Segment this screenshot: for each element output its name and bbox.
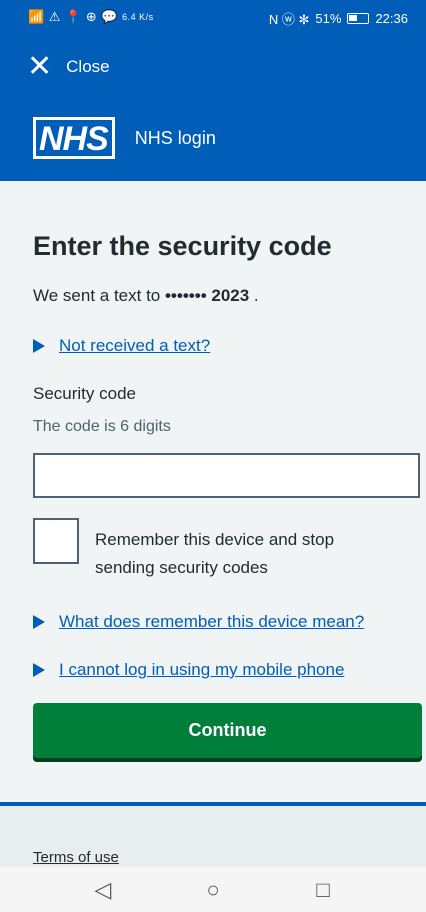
security-code-input[interactable] [33,453,420,498]
sent-suffix: . [249,286,259,305]
cannot-login-link[interactable]: I cannot log in using my mobile phone [59,660,344,680]
nhs-logo: NHS [33,117,115,159]
close-icon[interactable]: ✕ [27,52,52,82]
clock: 22:36 [375,11,408,26]
terms-of-use-link[interactable]: Terms of use [33,849,119,866]
close-button[interactable]: ✕ Close [27,52,110,82]
not-received-link[interactable]: Not received a text? [59,336,210,356]
signal-wifi-icons: 📶 ⚠ 📍 ⊕ 💬 [28,9,119,24]
security-code-label: Security code [33,384,136,403]
back-nav-icon[interactable]: ◁ [88,877,118,903]
remember-device-label[interactable]: Remember this device and stop sending se… [95,526,395,582]
not-received-details[interactable]: Not received a text? [33,336,210,356]
status-bar: 📶 ⚠ 📍 ⊕ 💬 6.4 K/s N ⓦ ✻ 51% 22:36 [0,0,426,36]
expand-triangle-icon[interactable] [33,663,45,677]
battery-fill [349,15,358,21]
what-remember-details[interactable]: What does remember this device mean? [33,612,364,632]
what-remember-link[interactable]: What does remember this device mean? [59,612,364,632]
page-title: Enter the security code [33,231,332,261]
remember-device-checkbox[interactable] [33,518,79,564]
brand: NHS NHS login [33,117,216,159]
sent-text: We sent a text to ••••••• 2023 . [33,286,259,306]
security-code-hint: The code is 6 digits [33,418,171,435]
masked-phone-number: ••••••• 2023 [164,286,250,305]
footer: Terms of use [0,802,426,867]
brand-name: NHS login [134,127,216,148]
home-nav-icon[interactable]: ○ [198,877,228,903]
header: ✕ Close NHS NHS login [0,36,426,181]
network-speed: 6.4 K/s [122,12,154,22]
recents-nav-icon[interactable]: □ [308,877,338,903]
main-content: Enter the security code We sent a text t… [0,181,426,802]
status-left-icons: 📶 ⚠ 📍 ⊕ 💬 6.4 K/s [28,9,154,25]
close-label[interactable]: Close [66,57,109,77]
sent-prefix: We sent a text to [33,286,165,305]
expand-triangle-icon[interactable] [33,339,45,353]
continue-button[interactable]: Continue [33,703,422,758]
status-right-icons: N ⓦ ✻ 51% 22:36 [269,9,408,28]
battery-percent: 51% [315,11,342,26]
battery-icon [347,13,370,24]
android-nav-bar: ◁ ○ □ [0,867,426,912]
cannot-login-details[interactable]: I cannot log in using my mobile phone [33,660,344,680]
expand-triangle-icon[interactable] [33,615,45,629]
system-icons: N ⓦ ✻ [268,12,310,27]
